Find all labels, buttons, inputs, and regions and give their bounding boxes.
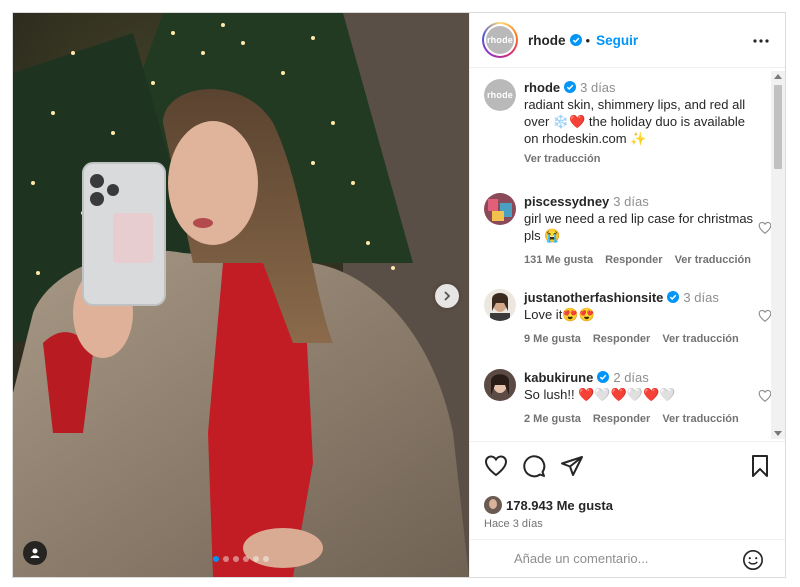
comment-item: justanotherfashionsite 3 días Love it😍😍 9…: [484, 289, 772, 345]
more-options-button[interactable]: [750, 31, 772, 51]
caption-translate-link[interactable]: Ver traducción: [524, 151, 754, 168]
comment-time: 3 días: [613, 194, 649, 209]
author-username-text: rhode: [528, 32, 566, 48]
scrollbar-thumb[interactable]: [774, 85, 782, 169]
scroll-up-arrow[interactable]: [774, 74, 782, 79]
post-panel: rhode rhode • Seguir rhode rhode 3 días r…: [469, 13, 785, 577]
liker-avatar: [484, 496, 502, 514]
comment-username[interactable]: justanotherfashionsite: [524, 290, 663, 305]
avatar-image: [484, 193, 516, 225]
verified-badge-icon: [667, 291, 680, 303]
heart-icon[interactable]: [484, 454, 508, 478]
comment-text: Love it😍😍: [524, 307, 595, 322]
post-header: rhode rhode • Seguir: [470, 13, 785, 68]
reply-button[interactable]: Responder: [593, 413, 650, 425]
commenter-avatar[interactable]: [484, 289, 516, 321]
comment-username[interactable]: kabukirune: [524, 370, 593, 385]
carousel-dot: [253, 556, 259, 562]
author-username[interactable]: rhode: [528, 33, 582, 48]
carousel-dot: [213, 556, 219, 562]
comment-time: 3 días: [683, 290, 719, 305]
comment-text: So lush!! ❤️🤍❤️🤍❤️🤍: [524, 387, 676, 402]
verified-badge-icon: [564, 81, 577, 93]
add-comment-bar: Añade un comentario...: [470, 539, 785, 577]
caption-avatar[interactable]: rhode: [484, 79, 516, 111]
commenter-avatar[interactable]: [484, 369, 516, 401]
avatar-label: rhode: [486, 26, 514, 54]
caption-time: 3 días: [580, 80, 616, 95]
comment-likes[interactable]: 131 Me gusta: [524, 254, 593, 266]
post-photo[interactable]: [13, 13, 469, 577]
reply-button[interactable]: Responder: [605, 254, 662, 266]
post-timestamp: Hace 3 días: [484, 518, 543, 530]
likes-count[interactable]: 178.943 Me gusta: [506, 498, 613, 513]
carousel-dot: [223, 556, 229, 562]
bookmark-icon[interactable]: [748, 454, 772, 478]
caption-username[interactable]: rhode: [524, 80, 560, 95]
verified-badge-icon: [569, 33, 582, 46]
translate-link[interactable]: Ver traducción: [662, 333, 738, 345]
translate-link[interactable]: Ver traducción: [662, 413, 738, 425]
share-icon[interactable]: [560, 454, 584, 478]
avatar-label: rhode: [484, 79, 516, 111]
carousel-dot: [263, 556, 269, 562]
commenter-avatar[interactable]: [484, 193, 516, 225]
carousel-dot: [233, 556, 239, 562]
comment-username[interactable]: piscessydney: [524, 194, 609, 209]
author-avatar[interactable]: rhode: [482, 22, 518, 58]
comment-time: 2 días: [613, 370, 649, 385]
comments-list[interactable]: rhode rhode 3 días radiant skin, shimmery…: [470, 69, 785, 441]
avatar-image: [484, 289, 516, 321]
follow-button[interactable]: Seguir: [596, 33, 638, 48]
reply-button[interactable]: Responder: [593, 333, 650, 345]
avatar-image: [484, 496, 502, 514]
heart-icon[interactable]: [758, 221, 772, 235]
caption-text: radiant skin, shimmery lips, and red all…: [524, 97, 746, 146]
comment-icon[interactable]: [522, 454, 546, 478]
heart-icon[interactable]: [758, 389, 772, 403]
comment-item: kabukirune 2 días So lush!! ❤️🤍❤️🤍❤️🤍 2 M…: [484, 369, 772, 425]
heart-icon[interactable]: [758, 309, 772, 323]
verified-badge-icon: [597, 371, 610, 383]
post-modal: rhode rhode • Seguir rhode rhode 3 días r…: [12, 12, 786, 578]
comment-likes[interactable]: 2 Me gusta: [524, 413, 581, 425]
more-icon: [753, 39, 769, 43]
header-separator: •: [585, 32, 591, 48]
caption: rhode rhode 3 días radiant skin, shimmery…: [484, 79, 754, 168]
post-actions: 178.943 Me gusta Hace 3 días: [470, 441, 785, 539]
next-photo-button[interactable]: [435, 284, 459, 308]
chevron-right-icon: [444, 291, 451, 301]
emoji-icon[interactable]: [742, 549, 764, 571]
carousel-dot: [243, 556, 249, 562]
comment-text: girl we need a red lip case for christma…: [524, 211, 754, 243]
likes-summary[interactable]: 178.943 Me gusta: [484, 496, 613, 514]
post-image: [13, 13, 469, 577]
avatar-image: [484, 369, 516, 401]
comments-scrollbar[interactable]: [771, 71, 785, 439]
comment-likes[interactable]: 9 Me gusta: [524, 333, 581, 345]
scroll-down-arrow[interactable]: [774, 431, 782, 436]
carousel-indicator: [13, 556, 469, 562]
comment-item: piscessydney 3 días girl we need a red li…: [484, 193, 772, 266]
translate-link[interactable]: Ver traducción: [675, 254, 751, 266]
